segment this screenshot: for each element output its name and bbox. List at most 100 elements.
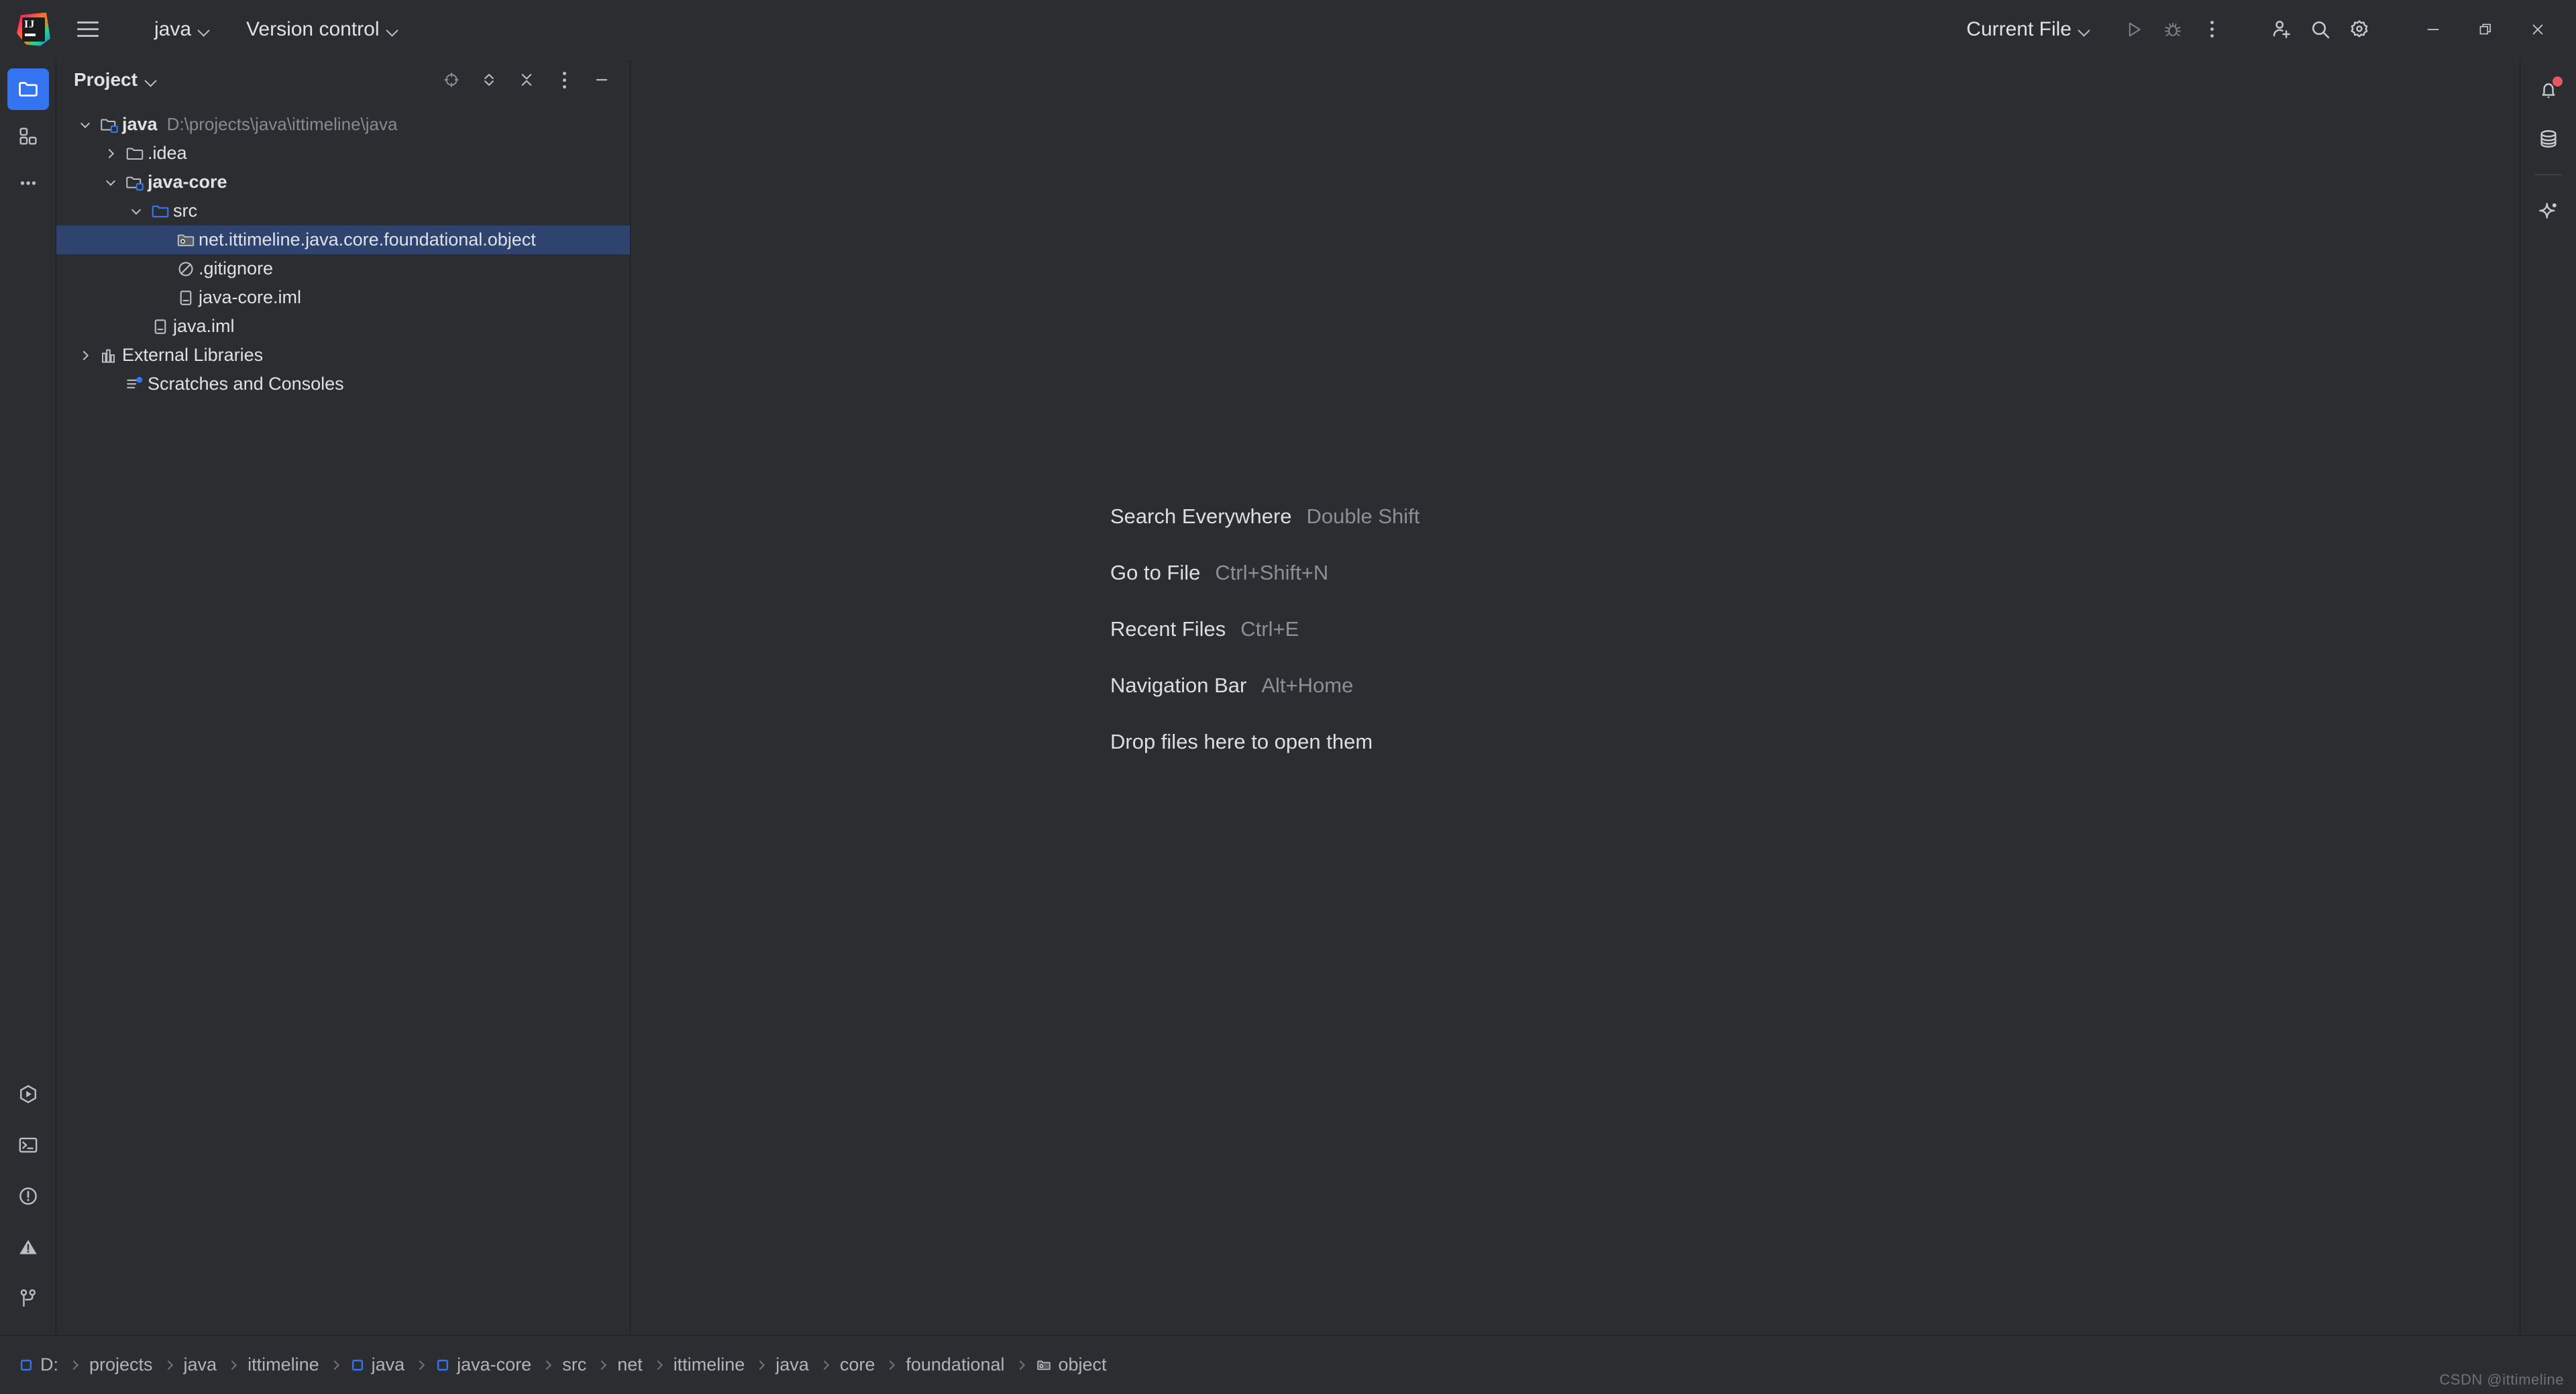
sidebar-item-run[interactable] bbox=[7, 1073, 49, 1115]
hamburger-menu-icon[interactable] bbox=[72, 14, 103, 45]
sidebar-item-ai-assistant[interactable] bbox=[2528, 190, 2569, 231]
module-folder-icon bbox=[97, 110, 122, 139]
select-opened-file-button[interactable] bbox=[435, 64, 468, 96]
sidebar-item-notifications[interactable] bbox=[2528, 70, 2569, 111]
iml-file-icon bbox=[148, 312, 173, 341]
tree-node[interactable]: .gitignore bbox=[56, 254, 630, 283]
tree-node-label: .gitignore bbox=[199, 258, 274, 278]
search-icon[interactable] bbox=[2301, 10, 2340, 49]
breadcrumb-item[interactable]: ittimeline bbox=[668, 1350, 751, 1379]
tree-node[interactable]: net.ittimeline.java.core.foundational.ob… bbox=[56, 225, 630, 254]
breadcrumb-item[interactable]: java bbox=[345, 1350, 411, 1379]
tree-node[interactable]: External Libraries bbox=[56, 341, 630, 370]
project-panel-hide-button[interactable] bbox=[586, 64, 618, 96]
breadcrumb-item[interactable]: foundational bbox=[900, 1350, 1010, 1379]
tree-node[interactable]: java D:\projects\java\ittimeline\java bbox=[56, 110, 630, 139]
folder-icon bbox=[18, 82, 38, 97]
breadcrumb-item[interactable]: D: bbox=[13, 1350, 64, 1379]
sidebar-item-version-control[interactable] bbox=[7, 1277, 49, 1319]
run-configuration-selector[interactable]: Current File bbox=[1957, 13, 2100, 46]
sidebar-item-more-tool-windows[interactable] bbox=[7, 162, 49, 204]
project-tool-window: Project java D:\projects\java\ittimeline… bbox=[56, 59, 631, 1335]
editor-hint-action[interactable]: Navigation Bar bbox=[1110, 674, 1246, 698]
collapse-all-button[interactable] bbox=[511, 64, 543, 96]
breadcrumb-item[interactable]: net bbox=[612, 1350, 648, 1379]
tree-twisty-right-icon[interactable] bbox=[99, 139, 122, 168]
tree-twisty-down-icon[interactable] bbox=[74, 110, 97, 139]
status-bar: D: projects java ittimeline java java-core src… bbox=[0, 1335, 2576, 1394]
version-control-dropdown[interactable]: Version control bbox=[237, 13, 407, 46]
project-name-dropdown[interactable]: java bbox=[145, 13, 219, 46]
breadcrumb-item[interactable]: java bbox=[178, 1350, 223, 1379]
tree-node[interactable]: .idea bbox=[56, 139, 630, 168]
sidebar-item-project[interactable] bbox=[7, 68, 49, 110]
sidebar-item-warnings[interactable] bbox=[7, 1226, 49, 1268]
collapse-all-icon bbox=[521, 74, 532, 86]
problems-circle-icon bbox=[19, 1187, 37, 1205]
tree-node[interactable]: java-core bbox=[56, 168, 630, 197]
tree-twisty-down-icon[interactable] bbox=[99, 168, 122, 197]
breadcrumb: D: projects java ittimeline java java-core src… bbox=[13, 1350, 1112, 1379]
sidebar-item-database[interactable] bbox=[2528, 118, 2569, 160]
breadcrumb-item[interactable]: core bbox=[835, 1350, 881, 1379]
breadcrumb-item[interactable]: java bbox=[770, 1350, 814, 1379]
more-vertical-icon[interactable] bbox=[2192, 10, 2231, 49]
module-icon bbox=[350, 1358, 365, 1373]
branch-icon bbox=[20, 1289, 36, 1307]
breadcrumb-separator-icon bbox=[227, 1360, 237, 1370]
structure-icon bbox=[19, 127, 37, 145]
tree-twisty-down-icon[interactable] bbox=[125, 197, 148, 225]
intellij-idea-logo-icon: IJ bbox=[15, 11, 52, 48]
sidebar-item-problems[interactable] bbox=[7, 1175, 49, 1217]
breadcrumb-label: ittimeline bbox=[673, 1354, 745, 1375]
sidebar-item-terminal[interactable] bbox=[7, 1124, 49, 1166]
logo-text: IJ bbox=[24, 18, 36, 30]
tree-node[interactable]: java.iml bbox=[56, 312, 630, 341]
project-panel-title-dropdown[interactable]: Project bbox=[74, 69, 157, 91]
breadcrumb-item[interactable]: java-core bbox=[430, 1350, 537, 1379]
expand-all-button[interactable] bbox=[473, 64, 505, 96]
maximize-button[interactable] bbox=[2459, 0, 2512, 59]
tree-node-label: Scratches and Consoles bbox=[148, 374, 344, 394]
breadcrumb-item[interactable]: src bbox=[557, 1350, 592, 1379]
breadcrumb-label: projects bbox=[89, 1354, 153, 1375]
left-tool-window-rail bbox=[0, 59, 56, 1335]
project-panel-options-button[interactable] bbox=[548, 64, 580, 96]
add-user-icon[interactable] bbox=[2262, 10, 2301, 49]
project-panel-header: Project bbox=[56, 59, 630, 101]
debug-icon[interactable] bbox=[2153, 10, 2192, 49]
breadcrumb-label: net bbox=[617, 1354, 643, 1375]
settings-gear-icon[interactable] bbox=[2340, 10, 2379, 49]
editor-hint-shortcut: Ctrl+E bbox=[1240, 617, 1299, 641]
tree-node-path: D:\projects\java\ittimeline\java bbox=[166, 114, 398, 134]
gitignore-icon bbox=[178, 261, 193, 276]
tree-twisty-right-icon[interactable] bbox=[74, 341, 97, 370]
scratches-icon bbox=[122, 370, 148, 398]
minimize-icon bbox=[596, 78, 608, 81]
project-tree[interactable]: java D:\projects\java\ittimeline\java .ide… bbox=[56, 101, 630, 398]
run-icon[interactable] bbox=[2114, 10, 2153, 49]
package-icon bbox=[173, 225, 199, 254]
tree-node-label: src bbox=[173, 201, 197, 221]
more-vertical-icon bbox=[562, 71, 566, 89]
libraries-icon bbox=[97, 341, 122, 370]
minimize-button[interactable] bbox=[2407, 0, 2459, 59]
close-button[interactable] bbox=[2512, 0, 2564, 59]
breadcrumb-label: object bbox=[1058, 1354, 1107, 1375]
breadcrumb-item[interactable]: projects bbox=[84, 1350, 158, 1379]
tree-node[interactable]: src bbox=[56, 197, 630, 225]
editor-hint-shortcut: Ctrl+Shift+N bbox=[1215, 561, 1329, 584]
module-icon bbox=[435, 1358, 450, 1373]
sidebar-item-structure[interactable] bbox=[7, 115, 49, 157]
breadcrumb-label: ittimeline bbox=[248, 1354, 319, 1375]
editor-hint-action[interactable]: Search Everywhere bbox=[1110, 504, 1292, 529]
breadcrumb-item[interactable]: ittimeline bbox=[242, 1350, 325, 1379]
scratches-icon bbox=[127, 376, 143, 388]
editor-hint-action[interactable]: Drop files here to open them bbox=[1110, 730, 1373, 754]
editor-hint-action[interactable]: Recent Files bbox=[1110, 617, 1226, 641]
tree-node[interactable]: Scratches and Consoles bbox=[56, 370, 630, 398]
tree-node[interactable]: java-core.iml bbox=[56, 283, 630, 312]
breadcrumb-item[interactable]: object bbox=[1030, 1350, 1112, 1379]
editor-hint-action[interactable]: Go to File bbox=[1110, 561, 1200, 585]
